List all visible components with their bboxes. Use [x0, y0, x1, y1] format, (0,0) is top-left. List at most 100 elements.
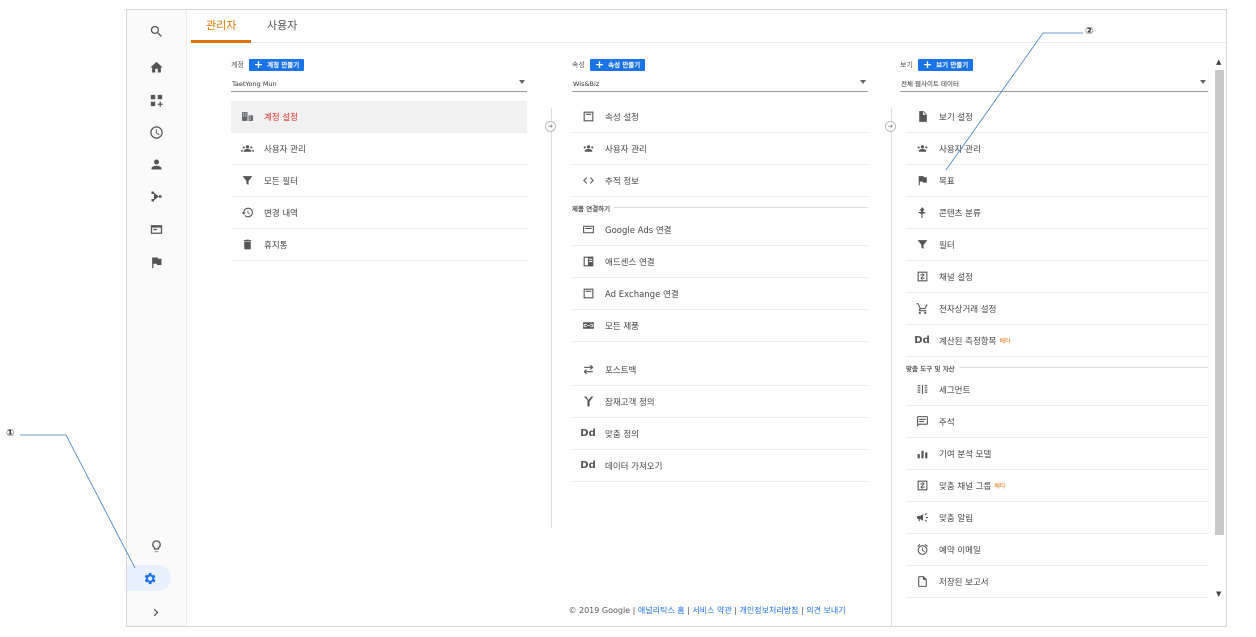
ads-icon [581, 223, 595, 237]
column-arrow-icon: ➔ [885, 121, 896, 132]
annotations-item[interactable]: 주석 [906, 406, 1208, 438]
postback-item[interactable]: 포스트백 [572, 354, 868, 386]
segments-item[interactable]: 세그먼트 [906, 374, 1208, 406]
realtime-clock-icon[interactable] [137, 119, 175, 145]
scroll-up-icon[interactable]: ▲ [1216, 58, 1221, 66]
link-icon [581, 319, 595, 333]
dd-icon: Dd [580, 428, 596, 439]
adsense-icon [581, 255, 595, 269]
all-products-item[interactable]: 모든 제품 [572, 310, 868, 342]
dropdown-caret-icon [519, 80, 525, 84]
custom-definitions-item[interactable]: Dd 맞춤 정의 [572, 418, 868, 450]
channel-icon [915, 479, 929, 493]
flag-icon [915, 174, 929, 188]
property-settings-item[interactable]: 속성 설정 [572, 101, 868, 133]
view-label: 보기 [900, 60, 913, 69]
scrollbar[interactable]: ▲ ▼ [1215, 58, 1224, 598]
window-icon [581, 110, 595, 124]
comment-icon [915, 415, 929, 429]
ad-exchange-link-item[interactable]: Ad Exchange 연결 [572, 278, 868, 310]
account-selector[interactable]: TaetYong Mun [231, 79, 527, 92]
segment-icon [915, 383, 929, 397]
history-icon [240, 206, 254, 220]
filter-icon [915, 238, 929, 252]
trash-item[interactable]: 휴지통 [231, 229, 527, 261]
change-history-item[interactable]: 변경 내역 [231, 197, 527, 229]
acquisition-icon[interactable] [137, 183, 175, 209]
footer-link-privacy[interactable]: 개인정보처리방침 [740, 606, 799, 615]
tab-user[interactable]: 사용자 [252, 10, 312, 43]
ecommerce-settings-item[interactable]: 전자상거래 설정 [906, 293, 1208, 325]
attribution-models-item[interactable]: 기여 분석 모델 [906, 438, 1208, 470]
create-account-button[interactable]: + 계정 만들기 [248, 58, 305, 71]
goals-item[interactable]: 목표 [906, 165, 1208, 197]
data-import-item[interactable]: Dd 데이터 가져오기 [572, 450, 868, 482]
cart-icon [915, 302, 929, 316]
property-column: 속성 + 속성 만들기 Wis&Biz 속성 설정 사용자 관리 추적 정보 제품… [572, 43, 868, 596]
product-linking-section: 제품 연결하기 [572, 201, 868, 214]
column-arrow-icon: ➔ [545, 121, 556, 132]
view-selector[interactable]: 전체 웹사이트 데이터 [900, 79, 1208, 92]
column-divider [551, 108, 552, 528]
audience-person-icon[interactable] [137, 151, 175, 177]
custom-channel-grouping-item[interactable]: 맞춤 채널 그룹 베타 [906, 470, 1208, 502]
code-icon [581, 174, 595, 188]
account-column: 계정 + 계정 만들기 TaetYong Mun 계정 설정 사용자 관리 모든 … [231, 43, 527, 596]
tracking-info-item[interactable]: 추적 정보 [572, 165, 868, 197]
footer-link-feedback[interactable]: 의견 보내기 [806, 606, 845, 615]
account-settings-item[interactable]: 계정 설정 [231, 101, 527, 133]
all-filters-item[interactable]: 모든 필터 [231, 165, 527, 197]
customization-icon[interactable] [137, 87, 175, 113]
admin-columns: 계정 + 계정 만들기 TaetYong Mun 계정 설정 사용자 관리 모든 … [188, 43, 1226, 626]
calculated-metrics-item[interactable]: Dd 계산된 측정항목 베타 [906, 325, 1208, 357]
behavior-icon[interactable] [137, 216, 175, 242]
top-tabs: 관리자 사용자 [188, 10, 1226, 43]
property-selector[interactable]: Wis&Biz [572, 79, 868, 92]
content-grouping-item[interactable]: 콘텐츠 분류 [906, 197, 1208, 229]
left-nav-rail [127, 10, 187, 626]
footer-separator: | [800, 606, 804, 615]
search-icon[interactable] [137, 18, 175, 44]
window-icon [581, 287, 595, 301]
callout-marker-2: ② [1085, 26, 1094, 37]
adsense-link-item[interactable]: 애드센스 연결 [572, 246, 868, 278]
footer-link-analytics-home[interactable]: 애널리틱스 홈 [638, 606, 685, 615]
property-user-management-item[interactable]: 사용자 관리 [572, 133, 868, 165]
view-user-management-item[interactable]: 사용자 관리 [906, 133, 1208, 165]
expand-chevron-icon[interactable] [137, 599, 175, 625]
tab-admin[interactable]: 관리자 [191, 10, 252, 43]
postback-icon [581, 363, 595, 377]
doc-icon [915, 575, 929, 589]
scheduled-emails-item[interactable]: 예약 이메일 [906, 534, 1208, 566]
scroll-thumb[interactable] [1215, 70, 1224, 535]
people-icon [915, 142, 929, 156]
footer-link-terms[interactable]: 서비스 약관 [692, 606, 731, 615]
dropdown-caret-icon [1200, 80, 1206, 84]
google-ads-link-item[interactable]: Google Ads 연결 [572, 214, 868, 246]
people-icon [581, 142, 595, 156]
dd-icon: Dd [580, 460, 596, 471]
home-icon[interactable] [137, 54, 175, 80]
custom-alerts-item[interactable]: 맞춤 알림 [906, 502, 1208, 534]
admin-gear-icon[interactable] [127, 565, 171, 591]
analytics-window: 관리자 사용자 계정 + 계정 만들기 TaetYong Mun 계정 설정 사용… [126, 9, 1227, 627]
channel-icon [915, 270, 929, 284]
trash-icon [240, 238, 254, 252]
beta-badge: 베타 [994, 483, 1006, 490]
view-settings-item[interactable]: 보기 설정 [906, 101, 1208, 133]
clock-icon [915, 543, 929, 557]
discover-bulb-icon[interactable] [137, 533, 175, 559]
dropdown-caret-icon [860, 80, 866, 84]
create-property-button[interactable]: + 속성 만들기 [589, 58, 646, 71]
audience-icon [581, 395, 595, 409]
footer-separator: | [734, 606, 737, 615]
conversions-flag-icon[interactable] [137, 249, 175, 275]
saved-reports-item[interactable]: 저장된 보고서 [906, 566, 1208, 598]
view-filters-item[interactable]: 필터 [906, 229, 1208, 261]
create-view-button[interactable]: + 보기 만들기 [917, 58, 974, 71]
audience-definitions-item[interactable]: 잠재고객 정의 [572, 386, 868, 418]
column-divider [891, 108, 892, 626]
channel-settings-item[interactable]: 채널 설정 [906, 261, 1208, 293]
view-column: 보기 + 보기 만들기 전체 웹사이트 데이터 보기 설정 사용자 관리 목표 콘… [900, 43, 1208, 598]
account-user-management-item[interactable]: 사용자 관리 [231, 133, 527, 165]
